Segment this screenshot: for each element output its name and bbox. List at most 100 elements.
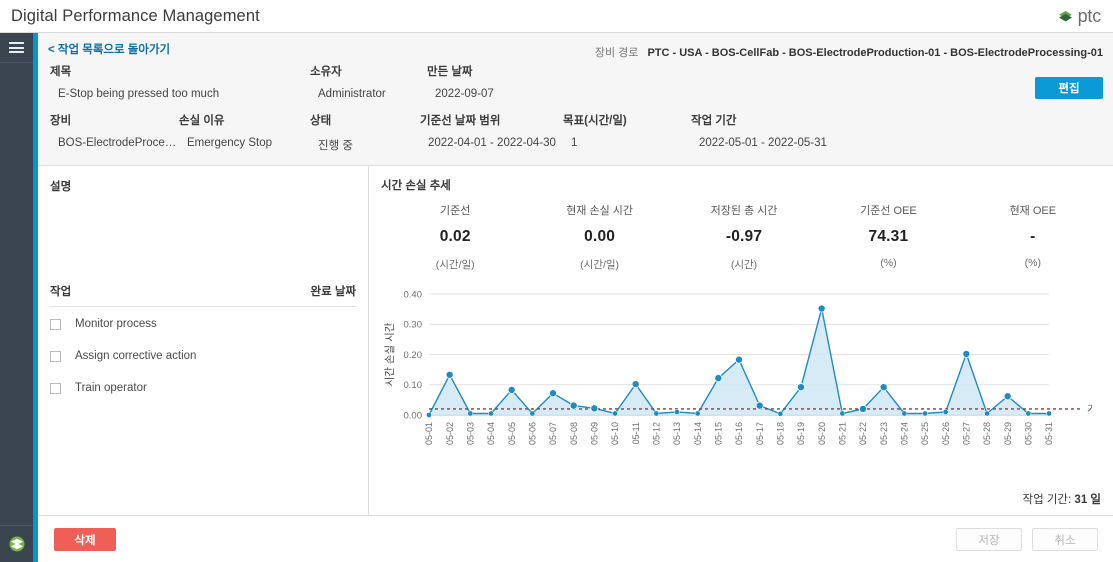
field-owner: 소유자 Administrator [310, 63, 386, 100]
kpi-baseline: 기준선 0.02 (시간/일) [383, 202, 527, 272]
kpi-current-oee-value: - [1030, 228, 1036, 245]
task-label: Train operator [75, 382, 147, 394]
cancel-button[interactable]: 취소 [1032, 528, 1098, 551]
svg-text:05-29: 05-29 [1003, 422, 1013, 445]
field-status-label: 상태 [310, 115, 332, 127]
rail-bottom-logo[interactable] [0, 525, 33, 562]
edit-button[interactable]: 편집 [1035, 77, 1103, 99]
svg-text:05-08: 05-08 [569, 422, 579, 445]
trend-pane: 시간 손실 추세 기준선 0.02 (시간/일) 현재 손실 시간 0.00 (… [369, 166, 1113, 515]
ptc-mark-icon [1058, 10, 1072, 21]
svg-text:05-04: 05-04 [486, 422, 496, 445]
kpi-total-saved-unit: (시간) [730, 259, 758, 271]
equipment-path-label: 장비 경로 [594, 47, 639, 59]
svg-text:05-26: 05-26 [941, 422, 951, 445]
svg-text:05-11: 05-11 [631, 422, 641, 444]
svg-text:05-23: 05-23 [879, 422, 889, 445]
field-title-label: 제목 [50, 66, 72, 78]
field-work-period-value: 2022-05-01 - 2022-05-31 [699, 137, 827, 149]
kpi-baseline-unit: (시간/일) [435, 259, 475, 271]
task-checkbox[interactable] [50, 350, 61, 362]
svg-text:0.20: 0.20 [404, 350, 423, 361]
task-label: Assign corrective action [75, 350, 197, 362]
svg-text:기준선: 기준선 [1087, 403, 1092, 415]
kpi-current-oee-unit: (%) [1024, 257, 1041, 269]
svg-text:05-05: 05-05 [507, 422, 517, 445]
kpi-row: 기준선 0.02 (시간/일) 현재 손실 시간 0.00 (시간/일) 저장된… [383, 202, 1105, 272]
kpi-total-saved: 저장된 총 시간 -0.97 (시간) [672, 202, 816, 272]
field-created-date-label: 만든 날짜 [427, 66, 473, 78]
kpi-baseline-value: 0.02 [439, 228, 471, 245]
field-owner-label: 소유자 [310, 66, 342, 78]
svg-text:05-07: 05-07 [548, 422, 558, 445]
field-work-period: 작업 기간 2022-05-01 - 2022-05-31 [691, 112, 827, 149]
left-nav-rail [0, 33, 33, 562]
tasks-col-task: 작업 [50, 286, 72, 298]
field-created-date: 만든 날짜 2022-09-07 [427, 63, 494, 100]
ptc-logo: ptc [1057, 6, 1113, 27]
list-item[interactable]: Train operator [50, 372, 356, 404]
task-list: Monitor process Assign corrective action… [50, 308, 356, 404]
svg-text:05-25: 05-25 [920, 422, 930, 445]
kpi-baseline-oee-value: 74.31 [868, 228, 909, 245]
task-label: Monitor process [75, 318, 157, 330]
svg-text:0.10: 0.10 [404, 380, 423, 391]
svg-text:05-27: 05-27 [962, 422, 972, 445]
svg-text:05-20: 05-20 [817, 422, 827, 445]
svg-text:05-17: 05-17 [755, 422, 765, 445]
kpi-baseline-label: 기준선 [440, 205, 471, 217]
chart-section-title: 시간 손실 추세 [381, 180, 451, 192]
delete-button[interactable]: 삭제 [54, 528, 116, 551]
field-status: 상태 진행 중 [310, 112, 353, 153]
field-status-value: 진행 중 [318, 140, 353, 152]
chart-svg: 0.00 0.10 0.20 0.30 0.40 시간 손실 시간기준선 05-01 05-0… [384, 289, 1092, 445]
kpi-baseline-oee-unit: (%) [880, 257, 897, 269]
kpi-current-loss-label: 현재 손실 시간 [566, 205, 634, 217]
work-duration-value: 31 일 [1074, 494, 1101, 506]
hamburger-menu-button[interactable] [0, 33, 33, 63]
description-tasks-pane: 설명 작업 완료 날짜 Monitor process Assign corre… [38, 166, 369, 515]
svg-text:05-03: 05-03 [466, 422, 476, 445]
kpi-baseline-oee: 기준선 OEE 74.31 (%) [816, 202, 960, 272]
kpi-current-loss: 현재 손실 시간 0.00 (시간/일) [527, 202, 671, 272]
svg-text:05-16: 05-16 [734, 422, 744, 445]
work-duration-label: 작업 기간: [1022, 494, 1072, 506]
main-split: 설명 작업 완료 날짜 Monitor process Assign corre… [38, 166, 1113, 515]
svg-text:05-15: 05-15 [714, 422, 724, 445]
svg-text:05-12: 05-12 [652, 422, 662, 445]
work-duration: 작업 기간: 31 일 [1023, 491, 1102, 507]
footer-bar: 삭제 저장 취소 [38, 515, 1113, 562]
back-to-list-link[interactable]: < 작업 목록으로 돌아가기 [48, 41, 170, 57]
tasks-col-due: 완료 날짜 [310, 286, 356, 298]
field-baseline-range-label: 기준선 날짜 범위 [420, 115, 501, 127]
kpi-baseline-oee-label: 기준선 OEE [860, 205, 917, 217]
kpi-current-oee: 현재 OEE - (%) [961, 202, 1105, 272]
task-checkbox[interactable] [50, 382, 61, 394]
ptc-wordmark: ptc [1077, 5, 1102, 26]
list-item[interactable]: Monitor process [50, 308, 356, 340]
task-checkbox[interactable] [50, 318, 61, 330]
svg-text:05-31: 05-31 [1044, 422, 1054, 445]
kpi-total-saved-label: 저장된 총 시간 [710, 205, 778, 217]
svg-text:05-10: 05-10 [610, 422, 620, 445]
field-target: 목표(시간/일) 1 [563, 112, 627, 149]
field-loss-reason-value: Emergency Stop [187, 137, 273, 149]
svg-text:0.40: 0.40 [404, 289, 423, 300]
tasks-header-row: 작업 완료 날짜 [50, 283, 356, 307]
field-equipment-value: BOS-ElectrodeProcessing-01 [58, 137, 178, 149]
svg-text:시간 손실 시간: 시간 손실 시간 [384, 322, 396, 386]
field-baseline-range-value: 2022-04-01 - 2022-04-30 [428, 137, 556, 149]
list-item[interactable]: Assign corrective action [50, 340, 356, 372]
field-equipment-label: 장비 [50, 115, 72, 127]
svg-text:05-21: 05-21 [838, 422, 848, 445]
record-header-panel: < 작업 목록으로 돌아가기 장비 경로 PTC - USA - BOS-Cel… [38, 33, 1113, 166]
svg-text:05-13: 05-13 [672, 422, 682, 445]
app-title: Digital Performance Management [11, 6, 260, 25]
save-button[interactable]: 저장 [956, 528, 1022, 551]
app-header-bar: Digital Performance Management ptc [0, 0, 1113, 33]
field-target-label: 목표(시간/일) [563, 115, 627, 127]
kpi-current-loss-value: 0.00 [584, 228, 616, 245]
svg-text:0.30: 0.30 [404, 320, 423, 331]
svg-text:05-09: 05-09 [590, 422, 600, 445]
content-region: < 작업 목록으로 돌아가기 장비 경로 PTC - USA - BOS-Cel… [38, 33, 1113, 562]
